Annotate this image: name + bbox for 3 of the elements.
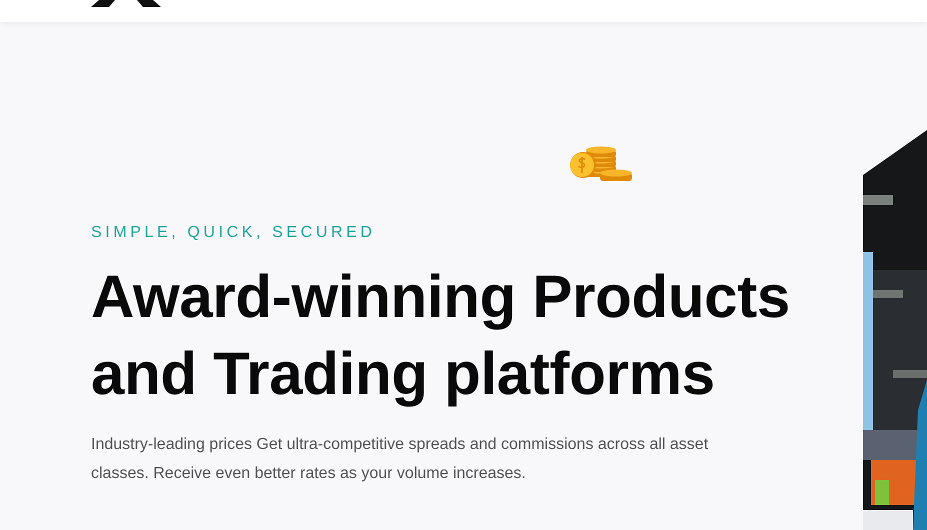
- hero-tagline: SIMPLE, QUICK, SECURED: [91, 224, 376, 242]
- hero-heading: Award-winning Products and Trading platforms: [91, 262, 790, 409]
- hero-description: Industry-leading prices Get ultra-competitive spreads and commissions across all asset classes. Receive even better rates as your volume increases.: [91, 435, 710, 484]
